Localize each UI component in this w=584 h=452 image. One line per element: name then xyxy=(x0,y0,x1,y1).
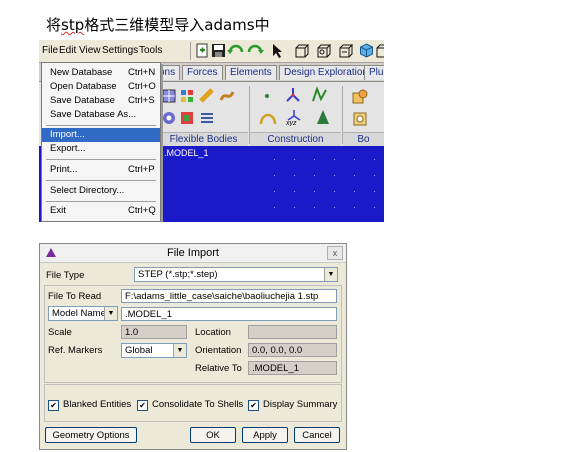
consolidate-to-shells-checkbox[interactable]: ✔ Consolidate To Shells xyxy=(137,399,243,411)
ok-button[interactable]: OK xyxy=(190,427,236,443)
tab-elements[interactable]: Elements xyxy=(225,65,277,80)
tab-design-exploration[interactable]: Design Exploration xyxy=(279,65,373,80)
zoom-box-icon[interactable] xyxy=(316,43,331,58)
polyline-icon[interactable] xyxy=(311,86,329,104)
menu-item-save-database-as[interactable]: Save Database As... xyxy=(42,108,160,122)
group-flexible-bodies: Flexible Bodies xyxy=(159,132,248,147)
flex-body-icon[interactable] xyxy=(161,88,177,104)
geometry-options-button[interactable]: Geometry Options xyxy=(45,427,137,443)
page-caption: 将stp格式三维模型导入adams中 xyxy=(46,14,270,35)
select-arrow-icon[interactable] xyxy=(270,43,285,58)
orientation-input[interactable]: 0.0, 0.0, 0.0 xyxy=(248,343,337,357)
file-import-dialog: File Import x File Type STEP (*.stp;*.st… xyxy=(39,243,347,450)
location-input[interactable] xyxy=(248,325,337,339)
ref-markers-select[interactable]: Global ▼ xyxy=(121,343,187,358)
chevron-down-icon: ▼ xyxy=(104,307,117,320)
flex-mesh-icon[interactable] xyxy=(179,88,195,104)
ref-markers-label: Ref. Markers xyxy=(48,345,103,356)
flex-import-icon[interactable] xyxy=(161,110,177,126)
scale-label: Scale xyxy=(48,327,72,338)
tab-forces[interactable]: Forces xyxy=(182,65,223,80)
menu-separator-2 xyxy=(46,159,156,160)
menu-item-exit[interactable]: Exit Ctrl+Q xyxy=(42,204,160,218)
group-construction: Construction xyxy=(250,132,341,147)
xyz-label: xyz xyxy=(285,120,297,126)
chevron-down-icon: ▼ xyxy=(324,268,337,281)
blanked-entities-checkbox[interactable]: ✔ Blanked Entities xyxy=(48,399,131,411)
flex-spline-icon[interactable] xyxy=(219,88,235,104)
apply-button[interactable]: Apply xyxy=(242,427,288,443)
group-bodies: Bo xyxy=(343,132,384,147)
chevron-down-icon: ▼ xyxy=(173,344,186,357)
caption-tail: 中 xyxy=(254,16,270,34)
menu-settings[interactable]: Settings xyxy=(102,45,138,56)
menu-file[interactable]: File xyxy=(42,45,58,56)
body-box-icon[interactable] xyxy=(351,88,369,106)
toolbar-separator xyxy=(190,42,191,60)
file-type-label: File Type xyxy=(46,270,85,281)
marker-icon[interactable] xyxy=(284,86,302,104)
cancel-button[interactable]: Cancel xyxy=(294,427,340,443)
render-cube-icon[interactable] xyxy=(359,43,374,58)
model-name-select[interactable]: Model Name ▼ xyxy=(48,306,118,321)
close-button[interactable]: x xyxy=(327,246,343,260)
caption-stp: stp xyxy=(61,16,85,34)
relative-to-input[interactable]: .MODEL_1 xyxy=(248,361,337,375)
view-box-icon[interactable] xyxy=(294,43,309,58)
location-label: Location xyxy=(195,327,231,338)
view-cube-icon[interactable] xyxy=(375,43,384,58)
xyz-coordinates-icon[interactable]: xyz xyxy=(284,108,304,126)
point-icon[interactable] xyxy=(261,88,273,104)
checkmark-icon: ✔ xyxy=(48,400,59,411)
fit-view-icon[interactable] xyxy=(338,43,353,58)
menu-tools[interactable]: Tools xyxy=(139,45,162,56)
caption-middle: 格式三维模型导入 xyxy=(84,16,205,34)
model-name-input[interactable]: .MODEL_1 xyxy=(121,307,337,321)
menu-item-open-database[interactable]: Open Database Ctrl+O xyxy=(42,80,160,94)
spline-icon[interactable] xyxy=(315,108,331,126)
menu-item-new-database[interactable]: New Database Ctrl+N xyxy=(42,66,160,80)
flex-swap-icon[interactable] xyxy=(199,110,215,126)
undo-icon[interactable] xyxy=(227,43,245,58)
menu-item-select-directory[interactable]: Select Directory... xyxy=(42,184,160,198)
menu-edit[interactable]: Edit xyxy=(59,45,76,56)
file-type-select[interactable]: STEP (*.stp;*.step) ▼ xyxy=(134,267,338,282)
menu-view[interactable]: View xyxy=(79,45,101,56)
file-to-read-input[interactable]: F:\adams_little_case\saiche\baoliuchejia… xyxy=(121,289,337,303)
menu-item-export[interactable]: Export... xyxy=(42,142,160,156)
flex-color-icon[interactable] xyxy=(179,110,195,126)
caption-prefix: 将 xyxy=(46,16,62,34)
relative-to-label: Relative To xyxy=(195,363,242,374)
menu-item-print[interactable]: Print... Ctrl+P xyxy=(42,163,160,177)
caption-adams: adams xyxy=(204,16,255,34)
checkmark-icon: ✔ xyxy=(137,400,148,411)
display-summary-checkbox[interactable]: ✔ Display Summary xyxy=(248,399,337,411)
save-icon[interactable] xyxy=(211,43,226,58)
dialog-title: File Import xyxy=(167,247,219,259)
menubar: File Edit View Settings Tools xyxy=(39,40,384,63)
file-menu-dropdown: New Database Ctrl+N Open Database Ctrl+O S… xyxy=(41,62,161,222)
flex-beam-icon[interactable] xyxy=(199,88,215,104)
body-cylinder-icon[interactable] xyxy=(351,110,369,128)
redo-icon[interactable] xyxy=(246,43,264,58)
orientation-label: Orientation xyxy=(195,345,242,356)
checkmark-icon: ✔ xyxy=(248,400,259,411)
menu-item-import[interactable]: Import... xyxy=(42,128,160,142)
tab-plugins[interactable]: Plu xyxy=(364,65,384,80)
menu-separator-4 xyxy=(46,201,156,202)
adams-window-screenshot: File Edit View Settings Tools ons Forces… xyxy=(39,40,384,222)
scale-input[interactable]: 1.0 xyxy=(121,325,187,339)
menu-separator xyxy=(46,125,156,126)
arc-icon[interactable] xyxy=(259,108,277,126)
new-file-icon[interactable] xyxy=(195,43,210,58)
menu-separator-3 xyxy=(46,180,156,181)
canvas-model-label: .MODEL_1 xyxy=(164,148,209,158)
menu-item-save-database[interactable]: Save Database Ctrl+S xyxy=(42,94,160,108)
file-to-read-label: File To Read xyxy=(48,291,102,302)
dialog-titlebar: File Import x xyxy=(40,244,346,263)
